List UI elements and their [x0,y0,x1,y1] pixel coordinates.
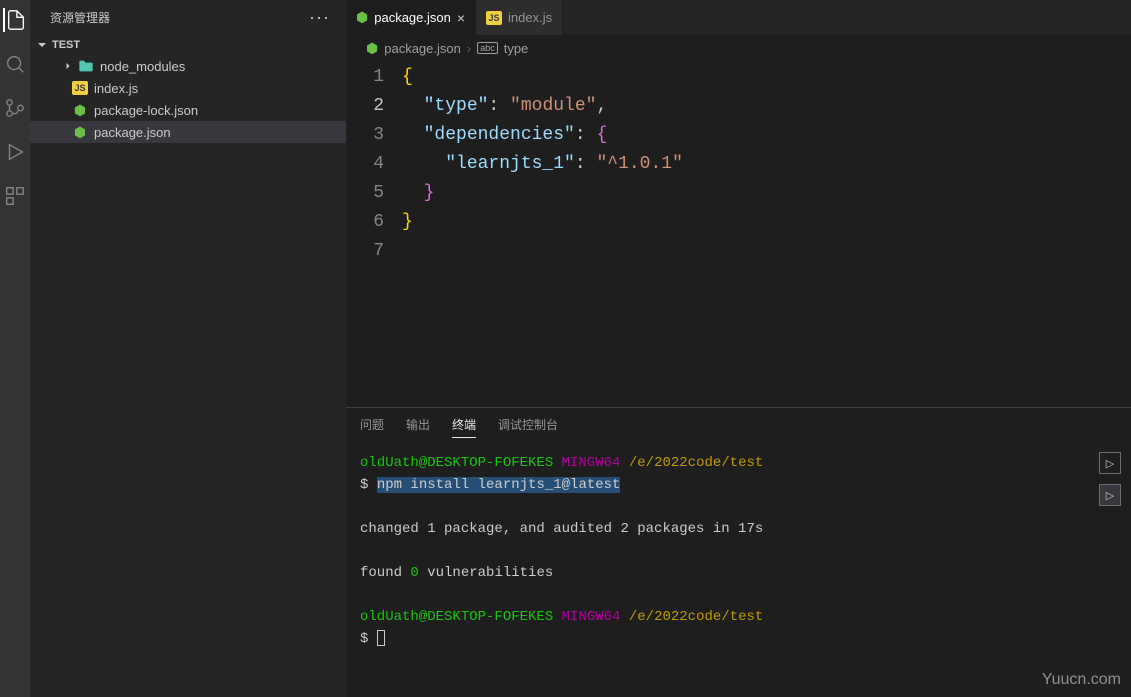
js-file-icon: JS [70,81,90,95]
tree-item-package-json[interactable]: ⬢ package.json [30,121,346,143]
tree-item-index-js[interactable]: JS index.js [30,77,346,99]
panel-tabs: 问题 输出 终端 调试控制台 [346,408,1131,438]
terminal-content[interactable]: oldUath@DESKTOP-FOFEKES MINGW64 /e/2022c… [346,438,1131,697]
activity-bar [0,0,30,697]
source-control-icon[interactable] [3,96,27,120]
js-file-icon: JS [486,11,502,25]
node-file-icon: ⬢ [356,9,368,26]
cursor-icon [377,630,385,646]
breadcrumb-file: package.json [384,41,461,56]
tab-label: package.json [374,10,451,25]
chevron-down-icon [34,37,50,53]
tree-item-node-modules[interactable]: node_modules [30,55,346,77]
more-icon[interactable]: ··· [309,7,330,28]
search-icon[interactable] [3,52,27,76]
code-editor[interactable]: 1 2 3 4 5 6 7 { "type": "module", "depen… [346,61,1131,407]
symbol-badge-icon: abc [477,42,498,54]
sidebar-header: 资源管理器 ··· [30,0,346,35]
file-label: package-lock.json [94,103,198,118]
sidebar: 资源管理器 ··· TEST node_modules JS index.js … [30,0,346,697]
extensions-icon[interactable] [3,184,27,208]
chevron-right-icon: › [467,41,471,56]
terminal-panel: 问题 输出 终端 调试控制台 ▷ ▷ oldUath@DESKTOP-FOFEK… [346,407,1131,697]
tab-debug-console[interactable]: 调试控制台 [498,414,558,438]
node-file-icon: ⬢ [70,124,90,141]
terminal-shell-icon[interactable]: ▷ [1099,484,1121,506]
run-debug-icon[interactable] [3,140,27,164]
terminal-command: npm install learnjts_1@latest [377,477,621,493]
file-label: index.js [94,81,138,96]
terminal-shell-icon[interactable]: ▷ [1099,452,1121,474]
breadcrumb[interactable]: ⬢ package.json › abc type [346,35,1131,61]
node-file-icon: ⬢ [366,40,378,57]
chevron-right-icon [60,60,76,72]
file-label: node_modules [100,59,185,74]
close-icon[interactable]: × [457,10,465,26]
terminal-output: changed 1 package, and audited 2 package… [360,521,763,537]
tab-problems[interactable]: 问题 [360,414,384,438]
tab-terminal[interactable]: 终端 [452,414,476,438]
tab-index-js[interactable]: JS index.js [476,0,563,35]
folder-icon [76,59,96,73]
file-label: package.json [94,125,171,140]
terminal-side-icons: ▷ ▷ [1099,452,1121,506]
sidebar-title: 资源管理器 [50,9,110,26]
tab-package-json[interactable]: ⬢ package.json × [346,0,476,35]
tree-item-package-lock[interactable]: ⬢ package-lock.json [30,99,346,121]
watermark: Yuucn.com [1042,671,1121,689]
breadcrumb-symbol: type [504,41,529,56]
gutter: 1 2 3 4 5 6 7 [346,63,402,407]
tab-output[interactable]: 输出 [406,414,430,438]
code-content[interactable]: { "type": "module", "dependencies": { "l… [402,63,1131,407]
tab-label: index.js [508,10,552,25]
node-file-icon: ⬢ [70,102,90,119]
editor-area: ⬢ package.json × JS index.js ⬢ package.j… [346,0,1131,697]
explorer-icon[interactable] [3,8,27,32]
editor-tabs: ⬢ package.json × JS index.js [346,0,1131,35]
tree-root[interactable]: TEST [30,35,346,55]
